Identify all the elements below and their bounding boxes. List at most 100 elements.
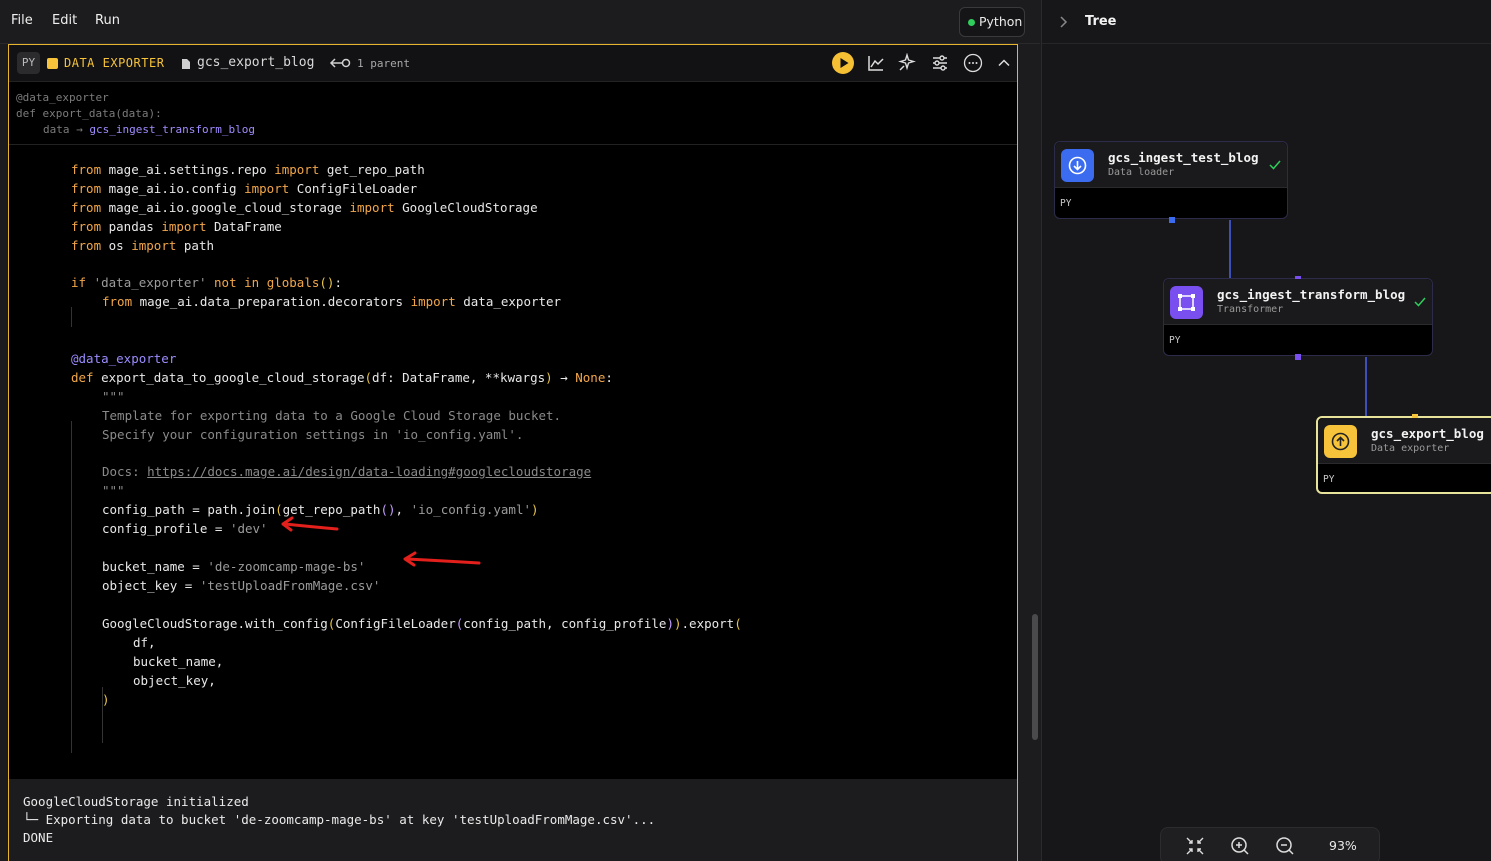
code-line: Docs: https://docs.mage.ai/design/data-l…: [102, 464, 592, 479]
node-name: gcs_ingest_test_blog: [1108, 150, 1259, 165]
code-line: def export_data_to_google_cloud_storage(…: [71, 370, 613, 385]
node-type: Transformer: [1217, 304, 1284, 315]
parents-label[interactable]: 1 parent: [357, 57, 410, 70]
block-output: GoogleCloudStorage initialized └─ Export…: [9, 779, 1017, 861]
dependency-edge: [1365, 357, 1367, 417]
upstream-block-link[interactable]: gcs_ingest_transform_blog: [89, 123, 255, 136]
kernel-button[interactable]: Python: [959, 7, 1025, 37]
signature-arrow: →: [76, 123, 83, 136]
code-line: df,: [133, 635, 156, 650]
sparkle-icon: [898, 52, 916, 71]
chart-icon: [868, 56, 884, 71]
tree-node-gcs-export-blog[interactable]: gcs_export_blog Data exporter PY: [1316, 414, 1491, 494]
block-type-label: DATA EXPORTER: [64, 56, 165, 70]
zoom-in-button[interactable]: [1230, 836, 1250, 856]
node-output-port[interactable]: [1169, 217, 1175, 223]
code-line: bucket_name = 'de-zoomcamp-mage-bs': [102, 559, 366, 574]
block-type-color-icon: [47, 58, 58, 69]
chevron-up-icon: [998, 59, 1010, 67]
output-line: DONE: [23, 830, 54, 845]
code-line: object_key,: [133, 673, 216, 688]
transform-icon: [1178, 294, 1195, 311]
tree-node-gcs-ingest-transform-blog[interactable]: gcs_ingest_transform_blog Transformer PY: [1163, 276, 1433, 360]
menu-file[interactable]: File: [11, 13, 33, 28]
check-icon: [1414, 297, 1426, 307]
node-type: Data exporter: [1371, 443, 1450, 454]
output-line: GoogleCloudStorage initialized: [23, 794, 249, 809]
upload-icon: [1331, 432, 1350, 451]
zoom-controls: 93%: [1160, 827, 1380, 861]
parent-link-icon: [329, 58, 351, 68]
fit-view-button[interactable]: [1185, 836, 1205, 856]
chevron-right-icon[interactable]: [1058, 14, 1070, 30]
fit-view-icon: [1186, 837, 1204, 855]
zoom-out-icon: [1276, 837, 1294, 855]
ai-sparkle-button[interactable]: [897, 52, 917, 73]
code-line: """: [102, 389, 125, 404]
scrollbar[interactable]: [1032, 614, 1038, 740]
node-language: PY: [1323, 474, 1335, 485]
code-line: object_key = 'testUploadFromMage.csv': [102, 578, 381, 593]
node-type: Data loader: [1108, 167, 1175, 178]
code-line: if 'data_exporter' not in globals():: [71, 275, 342, 290]
block-signature: @data_exporter def export_data(data): da…: [9, 83, 1017, 145]
settings-button[interactable]: [930, 53, 950, 73]
zoom-out-button[interactable]: [1275, 836, 1295, 856]
docs-link[interactable]: https://docs.mage.ai/design/data-loading…: [147, 464, 591, 479]
signature-arg: data: [43, 123, 70, 136]
node-name: gcs_ingest_transform_blog: [1217, 287, 1406, 302]
zoom-level: 93%: [1329, 838, 1357, 853]
tree-node-gcs-ingest-test-blog[interactable]: gcs_ingest_test_blog Data loader PY: [1054, 141, 1288, 223]
block-header: PY DATA EXPORTER gcs_export_blog 1 paren…: [9, 45, 1017, 82]
menu-bar: File Edit Run Python: [0, 0, 1040, 44]
menu-run[interactable]: Run: [95, 13, 120, 28]
block-name[interactable]: gcs_export_blog: [197, 55, 314, 70]
node-name: gcs_export_blog: [1371, 426, 1484, 441]
node-type-badge: [1061, 149, 1094, 182]
code-line: from mage_ai.data_preparation.decorators…: [102, 294, 562, 309]
tree-header: Tree: [1042, 0, 1491, 44]
code-line: config_profile = 'dev': [102, 521, 268, 536]
file-icon: [182, 59, 190, 69]
code-block[interactable]: PY DATA EXPORTER gcs_export_blog 1 paren…: [8, 44, 1018, 861]
kernel-label: Python: [979, 14, 1023, 29]
signature-def: def export_data(data):: [16, 107, 162, 120]
more-options-button[interactable]: [963, 53, 983, 73]
node-type-badge: [1324, 425, 1357, 458]
code-line: from mage_ai.io.google_cloud_storage imp…: [71, 200, 538, 215]
signature-decorator: @data_exporter: [16, 91, 109, 104]
collapse-button[interactable]: [994, 53, 1014, 73]
code-line: from mage_ai.settings.repo import get_re…: [71, 162, 425, 177]
tree-title: Tree: [1085, 14, 1117, 29]
node-language: PY: [1169, 335, 1181, 346]
menu-edit[interactable]: Edit: [52, 13, 77, 28]
node-header: gcs_export_blog Data exporter: [1318, 418, 1491, 464]
tree-panel: Tree gcs_ingest_test_blog Data loader PY…: [1041, 0, 1491, 861]
code-line: """: [102, 483, 125, 498]
node-language: PY: [1060, 198, 1072, 209]
red-annotation-arrow-icon: [281, 516, 339, 532]
sliders-icon: [933, 55, 947, 71]
code-line: ): [102, 692, 110, 707]
code-line: GoogleCloudStorage.with_config(ConfigFil…: [102, 616, 742, 631]
red-annotation-arrow-icon: [403, 551, 481, 567]
indent-guide: [71, 307, 72, 327]
code-editor[interactable]: from mage_ai.settings.repo import get_re…: [9, 157, 1017, 777]
download-icon: [1068, 156, 1087, 175]
zoom-in-icon: [1231, 837, 1249, 855]
code-line: @data_exporter: [71, 351, 177, 366]
play-icon: [840, 58, 849, 68]
node-header: gcs_ingest_transform_blog Transformer: [1164, 279, 1432, 325]
node-output-port[interactable]: [1295, 354, 1301, 360]
chart-button[interactable]: [866, 53, 886, 73]
run-block-button[interactable]: [832, 52, 854, 74]
more-icon: [963, 53, 983, 73]
code-line: from os import path: [71, 238, 215, 253]
code-line: bucket_name,: [133, 654, 224, 669]
node-header: gcs_ingest_test_blog Data loader: [1055, 142, 1287, 188]
code-line: from pandas import DataFrame: [71, 219, 282, 234]
code-line: from mage_ai.io.config import ConfigFile…: [71, 181, 418, 196]
kernel-status-icon: [968, 19, 975, 26]
language-badge: PY: [17, 52, 40, 74]
indent-guide: [71, 421, 72, 753]
